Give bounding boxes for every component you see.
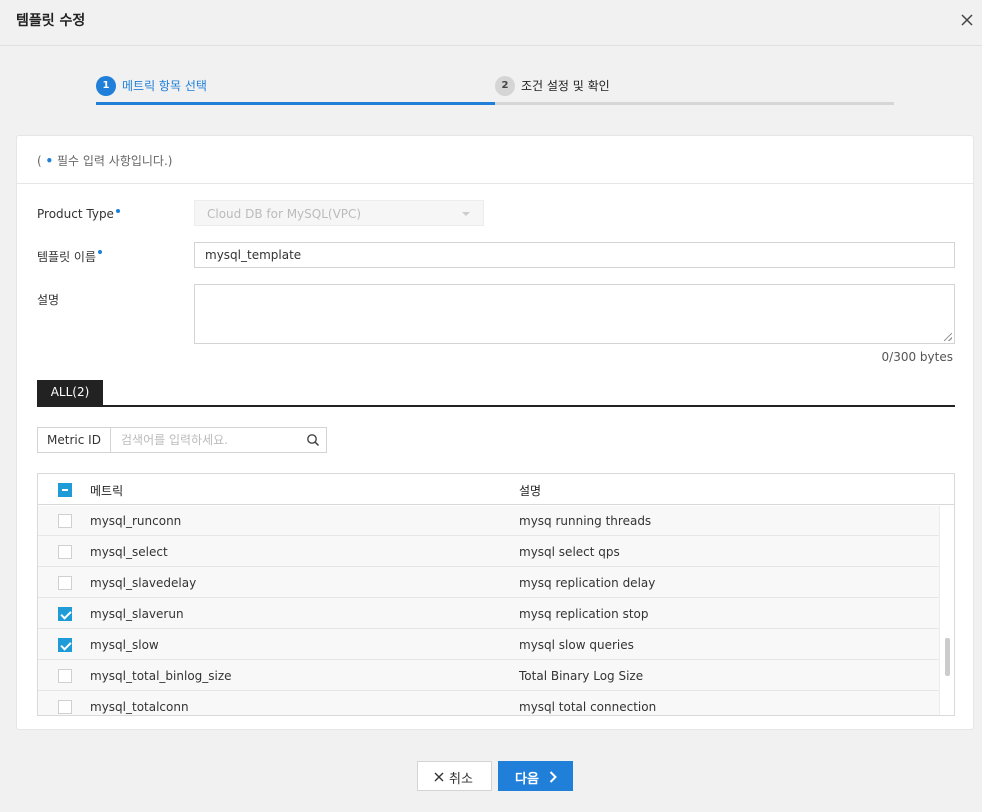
search-input[interactable] — [110, 427, 327, 453]
step-label: 메트릭 항목 선택 — [122, 79, 207, 93]
step-number: 1 — [96, 76, 116, 96]
step-progress-bar — [495, 102, 894, 105]
required-note-open: ( — [37, 154, 46, 168]
step-label: 조건 설정 및 확인 — [521, 79, 610, 93]
row-checkbox[interactable] — [58, 576, 72, 590]
table-row[interactable]: mysql_total_binlog_size Total Binary Log … — [38, 660, 939, 691]
row-checkbox[interactable] — [58, 700, 72, 714]
description-textarea[interactable] — [194, 284, 955, 344]
dialog-header: 템플릿 수정 — [0, 0, 982, 46]
row-checkbox[interactable] — [58, 514, 72, 528]
table-body: mysql_runconn mysq running threads mysql_s… — [38, 506, 939, 715]
product-type-select: Cloud DB for MySQL(VPC) — [194, 200, 484, 226]
product-type-value: Cloud DB for MySQL(VPC) — [207, 207, 362, 221]
template-name-input[interactable] — [194, 242, 955, 268]
step-progress-bar — [96, 102, 495, 105]
row-description: mysq running threads — [519, 514, 652, 528]
row-checkbox[interactable] — [58, 545, 72, 559]
cancel-button[interactable]: 취소 — [417, 761, 492, 791]
required-dot-icon — [115, 209, 120, 213]
table-row[interactable]: mysql_runconn mysq running threads — [38, 506, 939, 536]
table-header: 메트릭 설명 — [38, 474, 954, 505]
row-description: mysql select qps — [519, 545, 620, 559]
table-scrollbar[interactable] — [939, 506, 954, 715]
stepper: 1 메트릭 항목 선택 2 조건 설정 및 확인 — [96, 72, 894, 106]
search-icon[interactable] — [306, 433, 320, 447]
next-label: 다음 — [515, 771, 539, 786]
row-description: Total Binary Log Size — [519, 669, 644, 683]
row-metric: mysql_slavedelay — [90, 576, 197, 590]
row-metric: mysql_select — [90, 545, 168, 559]
row-metric: mysql_total_binlog_size — [90, 669, 232, 683]
product-type-label: Product Type — [37, 207, 120, 221]
metric-table: 메트릭 설명 mysql_runconn mysq running threads… — [37, 473, 955, 716]
close-icon[interactable] — [960, 13, 974, 27]
row-description: mysq replication stop — [519, 607, 649, 621]
row-checkbox[interactable] — [58, 607, 72, 621]
header-metric: 메트릭 — [90, 484, 124, 498]
required-dot-icon — [98, 250, 103, 254]
description-label: 설명 — [37, 293, 60, 307]
close-icon — [434, 772, 444, 782]
required-note-text: 필수 입력 사항입니다.) — [53, 154, 173, 168]
row-metric: mysql_totalconn — [90, 700, 189, 714]
scrollbar-thumb[interactable] — [945, 638, 950, 676]
template-name-label-text: 템플릿 이름 — [37, 250, 97, 264]
next-button[interactable]: 다음 — [498, 761, 573, 791]
dialog-title: 템플릿 수정 — [16, 13, 86, 29]
row-description: mysql total connection — [519, 700, 657, 714]
byte-counter: 0/300 bytes — [881, 350, 953, 364]
cancel-label: 취소 — [449, 771, 473, 786]
product-type-label-text: Product Type — [37, 207, 114, 221]
row-metric: mysql_slaverun — [90, 607, 184, 621]
required-note: ( • 필수 입력 사항입니다.) — [17, 136, 973, 184]
table-row[interactable]: mysql_slow mysql slow queries — [38, 629, 939, 660]
resize-grip-icon[interactable] — [944, 333, 952, 341]
chevron-right-icon — [549, 771, 557, 783]
row-description: mysq replication delay — [519, 576, 656, 590]
row-metric: mysql_slow — [90, 638, 159, 652]
row-checkbox[interactable] — [58, 669, 72, 683]
step-number: 2 — [495, 76, 515, 96]
row-description: mysql slow queries — [519, 638, 634, 652]
table-row[interactable]: mysql_totalconn mysql total connection — [38, 691, 939, 715]
select-all-checkbox[interactable] — [58, 483, 72, 497]
caret-down-icon — [462, 212, 470, 216]
step-metric-selection[interactable]: 1 메트릭 항목 선택 — [96, 72, 495, 106]
form-card: ( • 필수 입력 사항입니다.) Product Type Cloud DB … — [16, 135, 974, 730]
row-checkbox[interactable] — [58, 638, 72, 652]
table-row[interactable]: mysql_slavedelay mysq replication delay — [38, 567, 939, 598]
table-row[interactable]: mysql_slaverun mysq replication stop — [38, 598, 939, 629]
tab-all[interactable]: ALL(2) — [37, 380, 103, 405]
template-name-label: 템플릿 이름 — [37, 248, 103, 265]
step-condition-settings[interactable]: 2 조건 설정 및 확인 — [495, 72, 894, 106]
table-row[interactable]: mysql_select mysql select qps — [38, 536, 939, 567]
metric-search: Metric ID — [37, 427, 327, 453]
row-metric: mysql_runconn — [90, 514, 182, 528]
search-field-label: Metric ID — [37, 427, 111, 453]
header-description: 설명 — [519, 484, 542, 498]
tab-bar: ALL(2) — [37, 380, 955, 407]
